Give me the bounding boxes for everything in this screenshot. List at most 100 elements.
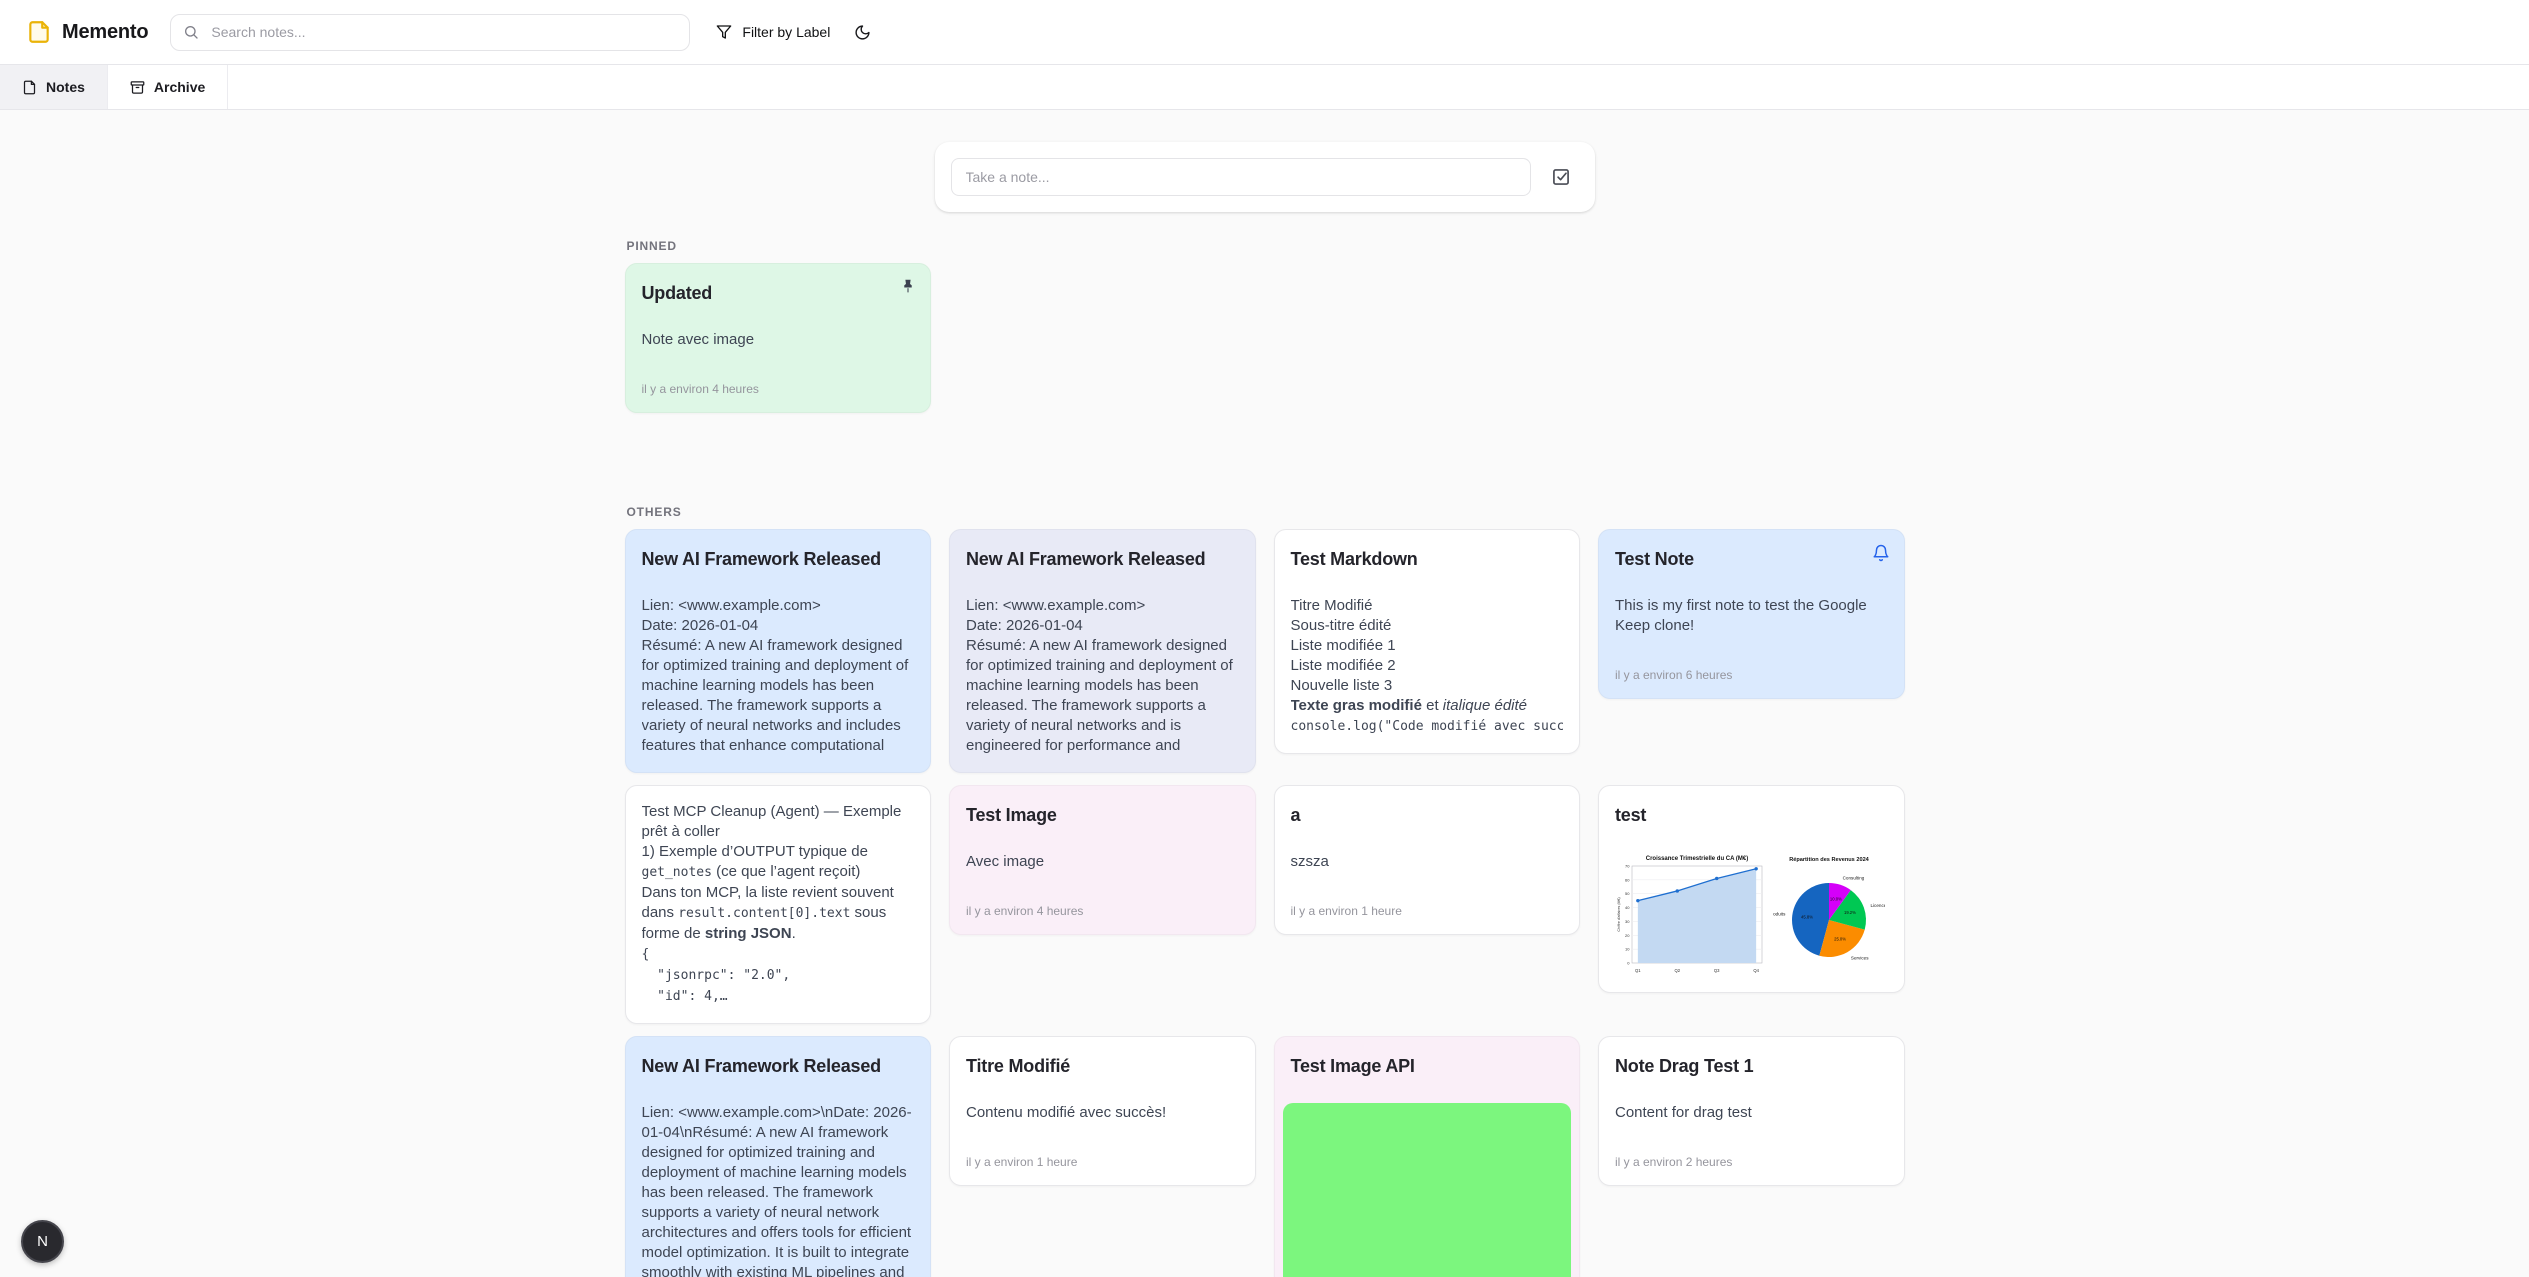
svg-text:50: 50 bbox=[1625, 891, 1630, 896]
pin-icon bbox=[900, 278, 916, 294]
pinned-section: PINNED Updated Note avec image il y a en… bbox=[625, 239, 1905, 413]
svg-text:Consulting: Consulting bbox=[1843, 876, 1865, 881]
note-card-test-image[interactable]: Test Image Avec image il y a environ 4 h… bbox=[949, 785, 1256, 935]
pie-chart-thumbnail: Répartition des Revenus 2024 45.8% Produit… bbox=[1773, 852, 1885, 976]
note-card-drag-test[interactable]: Note Drag Test 1 Content for drag test i… bbox=[1598, 1036, 1905, 1186]
note-body: Lien: <www.example.com> Date: 2026-01-04… bbox=[966, 596, 1239, 756]
svg-text:Q4: Q4 bbox=[1753, 968, 1759, 973]
note-title: Test Image bbox=[966, 802, 1239, 828]
svg-text:70: 70 bbox=[1625, 864, 1630, 869]
note-timestamp: il y a environ 4 heures bbox=[642, 382, 915, 396]
pin-button[interactable] bbox=[898, 276, 918, 296]
new-checklist-button[interactable] bbox=[1543, 159, 1579, 195]
view-tabs: Notes Archive bbox=[0, 65, 2529, 110]
note-body: This is my first note to test the Google… bbox=[1615, 596, 1888, 636]
note-image-charts: 010203040506070Q1Q2Q3Q4Croissance Trimes… bbox=[1615, 852, 1888, 976]
note-card-test-markdown[interactable]: Test Markdown Titre Modifié Sous-titre é… bbox=[1274, 529, 1581, 754]
note-title: New AI Framework Released bbox=[642, 546, 915, 572]
note-card-a[interactable]: a szsza il y a environ 1 heure bbox=[1274, 785, 1581, 935]
note-title: Test Markdown bbox=[1291, 546, 1564, 572]
svg-text:Répartition des Revenus 2024: Répartition des Revenus 2024 bbox=[1789, 857, 1869, 863]
note-title: test bbox=[1615, 802, 1888, 828]
note-card-titre-modifie[interactable]: Titre Modifié Contenu modifié avec succè… bbox=[949, 1036, 1256, 1186]
note-body: Note avec image bbox=[642, 330, 915, 350]
note-timestamp: il y a environ 1 heure bbox=[966, 1155, 1239, 1169]
app-header: Memento Filter by Label bbox=[0, 0, 2529, 65]
tab-notes[interactable]: Notes bbox=[0, 65, 108, 109]
note-title: Note Drag Test 1 bbox=[1615, 1053, 1888, 1079]
tab-archive-label: Archive bbox=[154, 79, 205, 95]
tab-archive[interactable]: Archive bbox=[108, 65, 228, 109]
note-timestamp: il y a environ 4 heures bbox=[966, 904, 1239, 918]
archive-icon bbox=[130, 80, 145, 95]
others-section-label: OTHERS bbox=[627, 505, 1903, 519]
pinned-grid: Updated Note avec image il y a environ 4… bbox=[625, 263, 1905, 413]
svg-text:Q2: Q2 bbox=[1674, 968, 1680, 973]
svg-text:30: 30 bbox=[1625, 919, 1630, 924]
user-avatar-button[interactable]: N bbox=[21, 1220, 64, 1263]
svg-text:Licences: Licences bbox=[1870, 903, 1885, 908]
note-card-test-charts[interactable]: test 010203040506070Q1Q2Q3Q4Croissance T… bbox=[1598, 785, 1905, 993]
app-brand: Memento bbox=[26, 19, 148, 45]
svg-text:Produits: Produits bbox=[1773, 912, 1786, 917]
filter-button-label: Filter by Label bbox=[742, 24, 830, 40]
note-card-test-note[interactable]: Test Note This is my first note to test … bbox=[1598, 529, 1905, 699]
note-card-ai-framework-1[interactable]: New AI Framework Released Lien: <www.exa… bbox=[625, 529, 932, 773]
filter-icon bbox=[716, 24, 732, 40]
search-box bbox=[170, 14, 690, 51]
svg-text:40: 40 bbox=[1625, 905, 1630, 910]
note-body: Contenu modifié avec succès! bbox=[966, 1103, 1239, 1123]
note-body: szsza bbox=[1291, 852, 1564, 872]
note-body: Test MCP Cleanup (Agent) — Exemple prêt … bbox=[642, 802, 915, 1007]
note-title: Test Image API bbox=[1291, 1053, 1564, 1079]
note-body: Content for drag test bbox=[1615, 1103, 1888, 1123]
app-title: Memento bbox=[62, 21, 148, 44]
note-title: Test Note bbox=[1615, 546, 1888, 572]
note-title: Titre Modifié bbox=[966, 1053, 1239, 1079]
file-icon bbox=[22, 80, 37, 95]
note-body: Lien: <www.example.com> Date: 2026-01-04… bbox=[642, 596, 915, 756]
note-body: Avec image bbox=[966, 852, 1239, 872]
svg-text:Q3: Q3 bbox=[1714, 968, 1720, 973]
note-title: New AI Framework Released bbox=[642, 1053, 915, 1079]
tab-notes-label: Notes bbox=[46, 79, 85, 95]
svg-text:20: 20 bbox=[1625, 933, 1630, 938]
note-title: a bbox=[1291, 802, 1564, 828]
dark-mode-toggle[interactable] bbox=[846, 16, 879, 49]
note-card-updated[interactable]: Updated Note avec image il y a environ 4… bbox=[625, 263, 932, 413]
pinned-section-label: PINNED bbox=[627, 239, 1903, 253]
note-body: Lien: <www.example.com>\nDate: 2026-01-0… bbox=[642, 1103, 915, 1277]
bell-icon bbox=[1872, 544, 1890, 562]
note-image-attachment bbox=[1283, 1103, 1572, 1277]
svg-text:Croissance Trimestrielle du CA: Croissance Trimestrielle du CA (M€) bbox=[1646, 856, 1748, 862]
note-timestamp: il y a environ 1 heure bbox=[1291, 904, 1564, 918]
filter-by-label-button[interactable]: Filter by Label bbox=[704, 15, 842, 49]
check-square-icon bbox=[1551, 167, 1571, 187]
svg-text:19.2%: 19.2% bbox=[1844, 910, 1856, 915]
search-icon bbox=[183, 24, 199, 40]
reminder-button[interactable] bbox=[1870, 542, 1892, 564]
svg-text:Chiffre d'affaires (M€): Chiffre d'affaires (M€) bbox=[1617, 897, 1621, 931]
svg-text:25.0%: 25.0% bbox=[1834, 937, 1846, 942]
others-section: OTHERS New AI Framework Released Lien: <… bbox=[625, 505, 1905, 1277]
svg-text:60: 60 bbox=[1625, 877, 1630, 882]
note-timestamp: il y a environ 6 heures bbox=[1615, 668, 1888, 682]
note-card-ai-framework-3[interactable]: New AI Framework Released Lien: <www.exa… bbox=[625, 1036, 932, 1277]
note-timestamp: il y a environ 2 heures bbox=[1615, 1155, 1888, 1169]
svg-text:10: 10 bbox=[1625, 947, 1630, 952]
note-card-ai-framework-2[interactable]: New AI Framework Released Lien: <www.exa… bbox=[949, 529, 1256, 773]
search-input[interactable] bbox=[170, 14, 690, 51]
svg-text:Q1: Q1 bbox=[1635, 968, 1641, 973]
note-title: New AI Framework Released bbox=[966, 546, 1239, 572]
svg-text:Services: Services bbox=[1851, 956, 1869, 961]
note-body: Titre Modifié Sous-titre édité Liste mod… bbox=[1291, 596, 1564, 737]
others-grid: New AI Framework Released Lien: <www.exa… bbox=[625, 529, 1905, 1277]
avatar-initial: N bbox=[37, 1233, 48, 1250]
note-card-mcp-cleanup[interactable]: Test MCP Cleanup (Agent) — Exemple prêt … bbox=[625, 785, 932, 1024]
note-card-test-image-api[interactable]: Test Image API bbox=[1274, 1036, 1581, 1277]
note-logo-icon bbox=[26, 19, 52, 45]
moon-icon bbox=[854, 24, 871, 41]
svg-text:45.8%: 45.8% bbox=[1801, 915, 1813, 920]
note-composer bbox=[935, 142, 1595, 212]
take-a-note-input[interactable] bbox=[951, 158, 1531, 196]
